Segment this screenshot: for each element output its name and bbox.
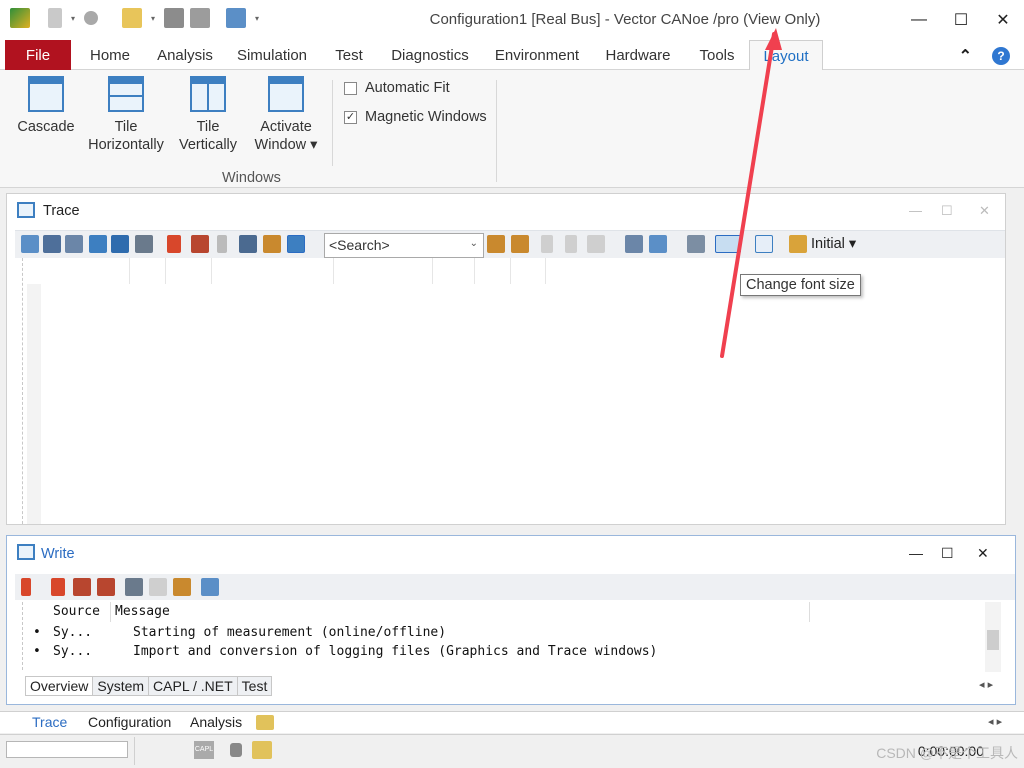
annotation-arrow [720, 28, 782, 358]
annotation-arrow-head [765, 28, 782, 50]
annotation-arrow-shaft [720, 32, 776, 358]
